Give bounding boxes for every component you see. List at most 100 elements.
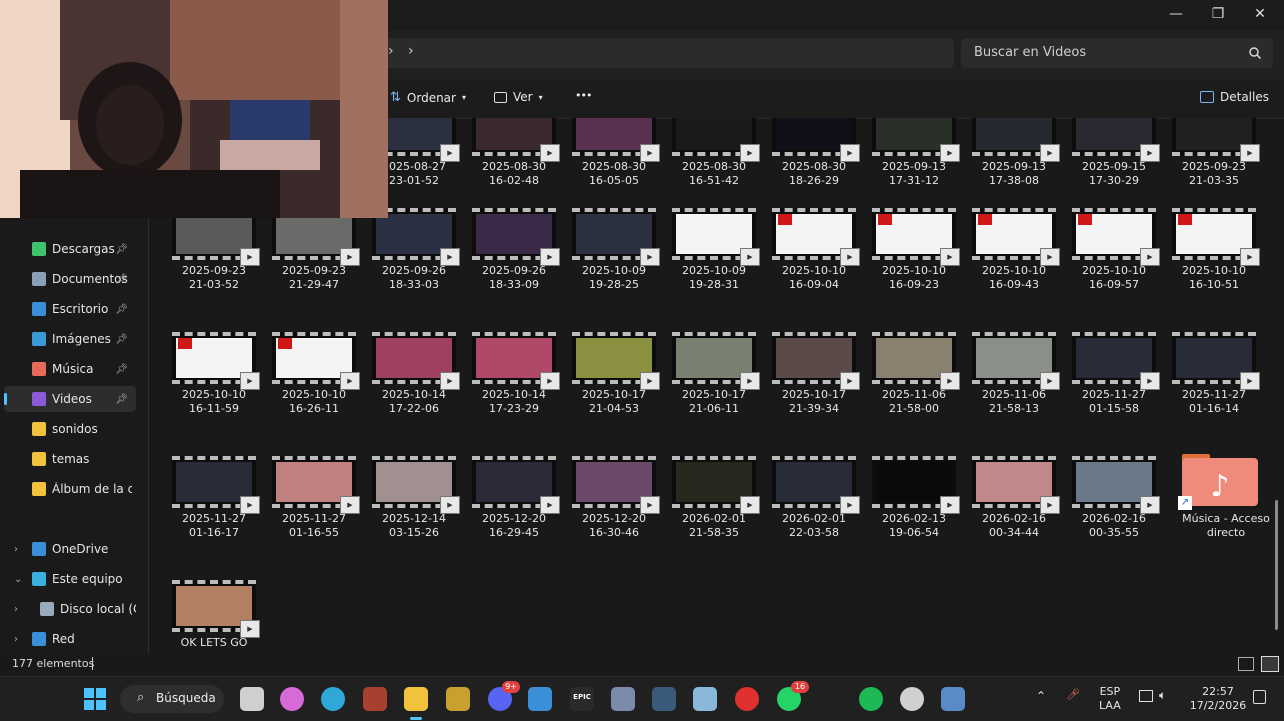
notifications-icon[interactable] — [1253, 690, 1266, 704]
file-explorer-icon[interactable] — [404, 687, 428, 720]
sidebar-item[interactable]: Videos 📌︎ — [4, 386, 136, 412]
spotify-icon[interactable] — [859, 687, 883, 711]
language-indicator[interactable]: ESP LAA — [1099, 685, 1121, 713]
video-file-item[interactable]: ▶ 2025-09-13 17-31-12 — [862, 118, 962, 194]
video-file-item[interactable]: ▶ 2025-11-27 01-15-58 — [1062, 332, 1162, 422]
sidebar-item[interactable]: › Disco local (C: — [4, 596, 136, 622]
video-file-item[interactable]: ▶ 2025-08-30 18-26-29 — [762, 118, 862, 194]
sidebar-item[interactable]: Música 📌︎ — [4, 356, 136, 382]
video-file-item[interactable]: ▶ 2025-09-26 18-33-03 — [362, 208, 462, 298]
sidebar-item[interactable]: Álbum de la cár — [4, 476, 136, 502]
discord-icon[interactable]: 9+ — [488, 681, 520, 711]
video-file-item[interactable]: ▶ 2025-10-10 16-10-51 — [1162, 208, 1262, 298]
clock[interactable]: 22:57 17/2/2026 — [1188, 685, 1248, 713]
store-icon[interactable] — [528, 687, 552, 711]
video-file-item[interactable]: ▶ 2025-10-10 16-09-43 — [962, 208, 1062, 298]
sidebar-item[interactable]: Escritorio 📌︎ — [4, 296, 136, 322]
video-file-item[interactable]: ▶ 2025-09-23 21-03-35 — [1162, 118, 1262, 194]
video-file-item[interactable]: ▶ 2026-02-01 22-03-58 — [762, 456, 862, 546]
video-file-item[interactable]: ▶ 2025-11-27 01-16-17 — [162, 456, 262, 546]
video-file-item[interactable]: ▶ 2025-12-14 03-15-26 — [362, 456, 462, 546]
details-button[interactable]: Detalles — [1200, 90, 1269, 104]
epic-games-icon[interactable]: EPIC — [570, 687, 594, 711]
details-view-icon[interactable] — [1238, 657, 1254, 671]
large-icons-view-icon[interactable] — [1261, 656, 1279, 672]
video-file-item[interactable]: ▶ 2025-11-06 21-58-13 — [962, 332, 1062, 422]
shortcut-item[interactable]: ♪ ↗ Música - Acceso directo — [1162, 454, 1270, 546]
sidebar-item[interactable]: › Red — [4, 626, 136, 652]
search-box[interactable]: Buscar en Videos — [961, 38, 1273, 68]
opera-icon[interactable] — [735, 687, 759, 711]
whatsapp-icon[interactable]: 16 — [777, 681, 809, 711]
video-file-item[interactable]: ▶ 2025-08-30 16-51-42 — [662, 118, 762, 194]
video-file-item[interactable]: ▶ 2025-10-10 16-09-04 — [762, 208, 862, 298]
video-file-item[interactable]: ▶ 2025-10-10 16-09-23 — [862, 208, 962, 298]
video-file-item[interactable]: ▶ 2025-10-09 19-28-25 — [562, 208, 662, 298]
video-file-item[interactable]: ▶ 2025-09-15 17-30-29 — [1062, 118, 1162, 194]
chevron-right-icon[interactable]: › — [14, 604, 18, 615]
video-file-item[interactable]: ▶ 2025-10-10 16-09-57 — [1062, 208, 1162, 298]
steam-icon[interactable] — [652, 687, 676, 711]
vertical-scrollbar[interactable] — [1275, 120, 1279, 640]
video-file-item[interactable]: ▶ OK LETS GO — [162, 580, 262, 654]
video-file-item[interactable]: ▶ 2025-10-17 21-04-53 — [562, 332, 662, 422]
video-file-item[interactable]: ▶ 2025-10-14 17-23-29 — [462, 332, 562, 422]
video-file-item[interactable]: ▶ 2025-10-14 17-22-06 — [362, 332, 462, 422]
sidebar-item[interactable]: temas — [4, 446, 136, 472]
chevron-right-icon[interactable]: › — [14, 544, 18, 555]
maximize-button[interactable]: ❐ — [1196, 0, 1240, 28]
sidebar-item[interactable]: Descargas 📌︎ — [4, 236, 136, 262]
video-file-item[interactable]: ▶ 2026-02-16 00-35-55 — [1062, 456, 1162, 546]
search-input[interactable]: Buscar en Videos — [974, 45, 1086, 60]
sidebar-item[interactable]: Documentos 📌︎ — [4, 266, 136, 292]
video-file-item[interactable]: ▶ 2026-02-16 00-34-44 — [962, 456, 1062, 546]
video-file-item[interactable]: ▶ 2026-02-13 19-06-54 — [862, 456, 962, 546]
sidebar-item[interactable]: sonidos — [4, 416, 136, 442]
video-file-item[interactable]: ▶ 2025-10-10 16-11-59 — [162, 332, 262, 422]
steam-icon[interactable] — [941, 687, 965, 711]
video-file-item[interactable]: ▶ 2025-09-26 18-33-09 — [462, 208, 562, 298]
video-file-item[interactable]: ▶ 2025-09-23 21-03-52 — [162, 208, 262, 298]
video-file-item[interactable]: ▶ 2025-09-23 21-29-47 — [262, 208, 362, 298]
video-file-item[interactable]: ▶ 2025-12-20 16-30-46 — [562, 456, 662, 546]
taskbar-search[interactable]: ⌕ Búsqueda — [120, 685, 224, 713]
breadcrumb-chevron-icon[interactable]: › — [408, 43, 414, 59]
video-file-item[interactable]: ▶ 2025-10-10 16-26-11 — [262, 332, 362, 422]
sidebar-item[interactable]: ⌄ Este equipo — [4, 566, 136, 592]
video-file-item[interactable]: ▶ 2025-09-13 17-38-08 — [962, 118, 1062, 194]
search-icon[interactable] — [1249, 47, 1261, 59]
microphone-icon[interactable]: 🎤︎ — [1066, 688, 1080, 702]
game-icon[interactable] — [446, 687, 470, 711]
video-file-item[interactable]: ▶ 2025-10-17 21-06-11 — [662, 332, 762, 422]
sidebar-item[interactable]: › OneDrive — [4, 536, 136, 562]
video-file-item[interactable]: ▶ 2025-11-27 01-16-14 — [1162, 332, 1262, 422]
video-file-item[interactable]: ▶ 2025-11-06 21-58-00 — [862, 332, 962, 422]
sort-button[interactable]: ⇅ Ordenar ▾ — [390, 90, 466, 105]
minimize-button[interactable]: — — [1154, 0, 1198, 28]
settings-icon[interactable] — [611, 687, 635, 711]
video-file-item[interactable]: ▶ 2026-02-01 21-58-35 — [662, 456, 762, 546]
address-bar[interactable]: › › — [370, 38, 954, 68]
task-view-icon[interactable] — [240, 687, 264, 711]
edge-icon[interactable] — [321, 687, 345, 711]
copilot-icon[interactable] — [280, 687, 304, 711]
video-file-item[interactable]: ▶ 2025-10-17 21-39-34 — [762, 332, 862, 422]
windows-start-icon[interactable] — [84, 688, 106, 710]
close-button[interactable]: ✕ — [1238, 0, 1282, 28]
video-file-item[interactable]: ▶ 2025-11-27 01-16-55 — [262, 456, 362, 546]
winrar-icon[interactable] — [363, 687, 387, 711]
scrollbar-thumb[interactable] — [1275, 500, 1278, 630]
bluestacks-icon[interactable] — [693, 687, 717, 711]
more-options-button[interactable]: ••• — [575, 89, 592, 102]
chevron-up-icon[interactable]: ⌃ — [1036, 689, 1046, 703]
volume-icon[interactable]: 🔈︎ — [1159, 688, 1166, 702]
video-file-item[interactable]: ▶ 2025-08-30 16-02-48 — [462, 118, 562, 194]
network-icon[interactable] — [1139, 690, 1153, 702]
obs-icon[interactable] — [900, 687, 924, 711]
sidebar-item[interactable]: Imágenes 📌︎ — [4, 326, 136, 352]
chevron-right-icon[interactable]: › — [14, 634, 18, 645]
chevron-down-icon[interactable]: ⌄ — [14, 574, 22, 585]
video-file-item[interactable]: ▶ 2025-12-20 16-29-45 — [462, 456, 562, 546]
view-button[interactable]: Ver ▾ — [494, 90, 543, 104]
breadcrumb-chevron-icon[interactable]: › — [388, 43, 394, 59]
